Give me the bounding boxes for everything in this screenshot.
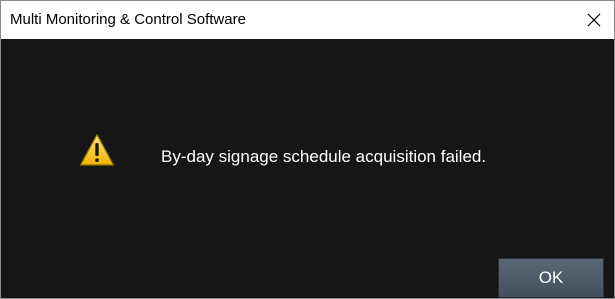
ok-button[interactable]: OK — [498, 258, 604, 298]
window-title: Multi Monitoring & Control Software — [10, 11, 246, 28]
close-icon — [587, 13, 601, 27]
dialog-window: Multi Monitoring & Control Software By-d… — [0, 0, 615, 299]
close-button[interactable] — [574, 1, 614, 39]
dialog-message: By-day signage schedule acquisition fail… — [161, 147, 487, 166]
warning-icon — [79, 133, 115, 166]
title-bar[interactable]: Multi Monitoring & Control Software — [1, 1, 614, 39]
